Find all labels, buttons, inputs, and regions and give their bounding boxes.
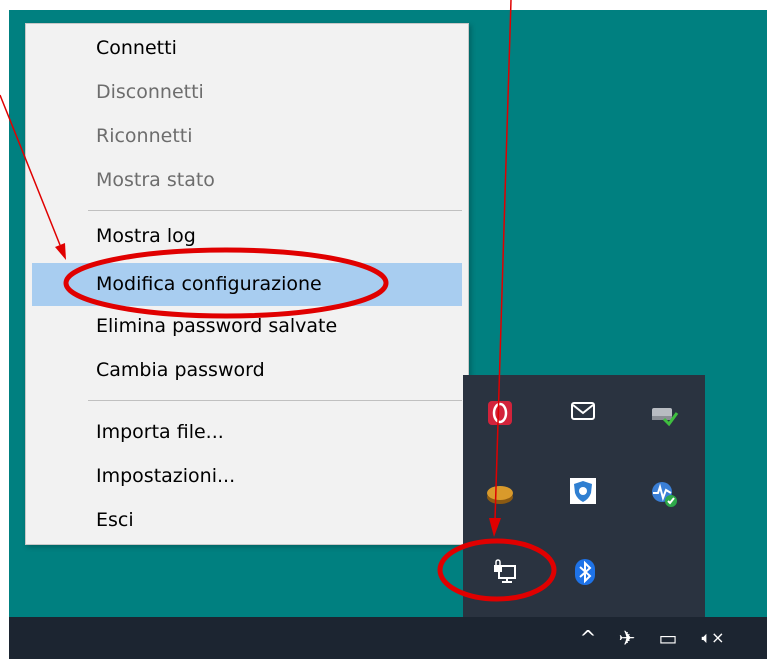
highlight-ellipse-menu bbox=[63, 247, 389, 319]
annotation-overlay bbox=[0, 0, 557, 602]
arrowhead-top bbox=[489, 518, 501, 537]
annotation-arrow-top bbox=[494, 0, 512, 521]
highlight-ellipse-tray bbox=[437, 538, 557, 602]
annotation-arrow-left bbox=[0, 94, 61, 246]
arrowhead-left bbox=[55, 243, 66, 260]
